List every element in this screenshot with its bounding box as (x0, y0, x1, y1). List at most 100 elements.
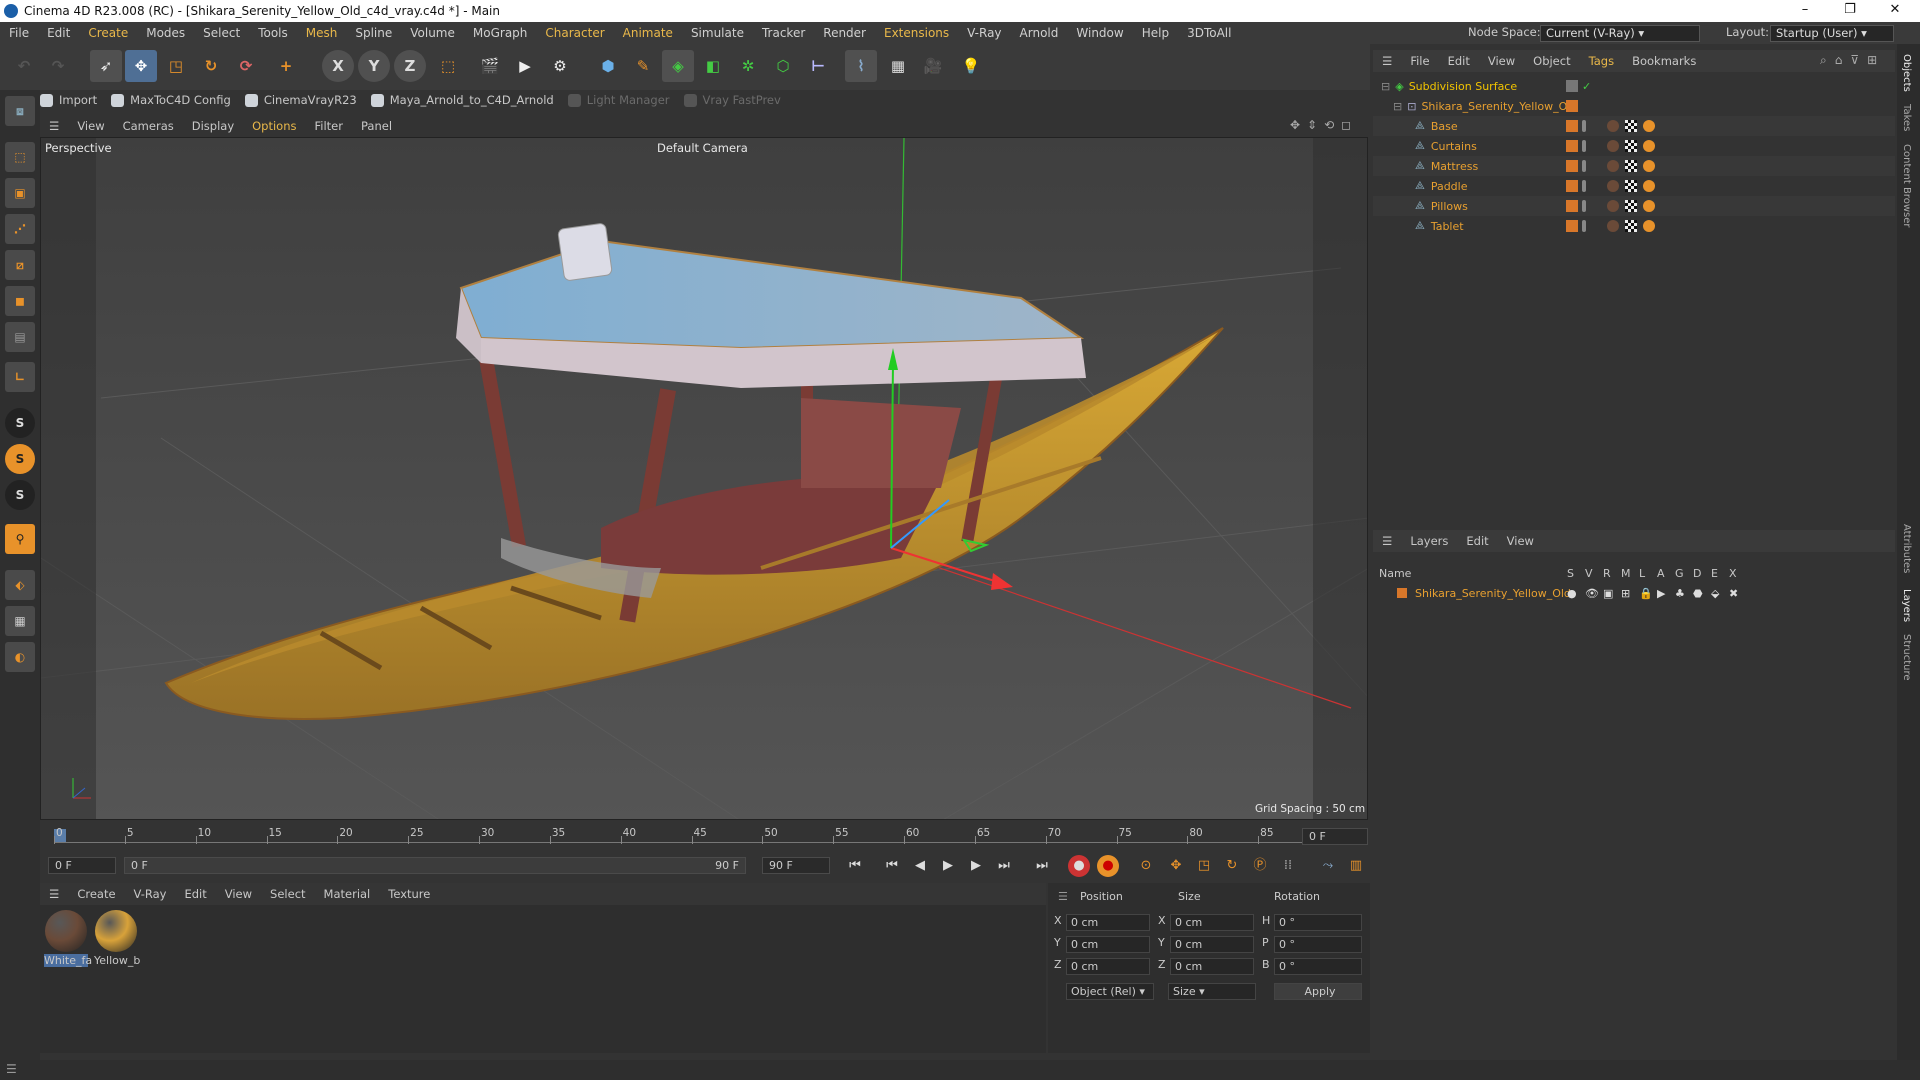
menu-mesh[interactable]: Mesh (297, 26, 347, 40)
visibility-dots-icon[interactable] (1582, 180, 1586, 192)
record-keys-icon[interactable]: ● (1068, 855, 1090, 877)
timeline-end-field[interactable]: 0 F (1302, 828, 1368, 845)
visibility-dots-icon[interactable] (1582, 140, 1586, 152)
go-to-end-icon[interactable]: ⏭ (1030, 855, 1054, 877)
side-tab-takes[interactable]: Takes (1901, 104, 1912, 131)
visibility-dots-icon[interactable] (1582, 220, 1586, 232)
layer-color-icon[interactable] (1566, 160, 1578, 172)
recent-tools-button[interactable]: ⟳ (230, 50, 262, 82)
x-axis-lock-button[interactable]: X (322, 50, 354, 82)
texture-tag-icon[interactable] (1625, 140, 1637, 152)
texture-tag-icon[interactable] (1625, 180, 1637, 192)
object-row-subdivision[interactable]: ⊟ ◈ Subdivision Surface ✓ (1373, 76, 1895, 96)
tree-collapse-icon[interactable]: ⊟ (1381, 80, 1390, 93)
plugin-maya-arnold-to-c4d-arnold[interactable]: Maya_Arnold_to_C4D_Arnold (370, 93, 554, 107)
y-axis-lock-button[interactable]: Y (358, 50, 390, 82)
plugin-cinemavrayr23[interactable]: CinemaVrayR23 (244, 93, 357, 107)
scene-environment-button[interactable]: ⌇ (845, 50, 877, 82)
side-tab-structure[interactable]: Structure (1901, 634, 1912, 681)
workplane-icon[interactable]: ⬖ (5, 570, 35, 600)
tweak-mode-icon[interactable]: ⚲ (5, 524, 35, 554)
material-tag-icon[interactable] (1607, 140, 1619, 152)
motion-system-icon[interactable]: ⤳ (1316, 855, 1340, 877)
position-field[interactable]: 0 cm (1066, 936, 1150, 953)
mograph-cloner-button[interactable]: ✲ (732, 50, 764, 82)
move-tool-button[interactable]: ✥ (125, 50, 157, 82)
position-field[interactable]: 0 cm (1066, 914, 1150, 931)
next-frame-icon[interactable]: ▶ (964, 855, 988, 877)
previous-frame-icon[interactable]: ◀ (908, 855, 932, 877)
object-row-curtains[interactable]: ⟁ Curtains (1373, 136, 1895, 156)
timeline-window-icon[interactable]: ▥ (1344, 855, 1368, 877)
menu-simulate[interactable]: Simulate (682, 26, 753, 40)
lock-workplane-icon[interactable]: ◐ (5, 642, 35, 672)
field-button[interactable]: ⊢ (802, 50, 834, 82)
material-menu-select[interactable]: Select (261, 887, 314, 901)
key-parameter-icon[interactable]: Ⓟ (1248, 855, 1272, 877)
menu-modes[interactable]: Modes (137, 26, 194, 40)
object-hamburger-icon[interactable]: ☰ (1373, 54, 1401, 68)
menu-animate[interactable]: Animate (614, 26, 682, 40)
redo-button[interactable]: ↷ (42, 50, 74, 82)
edges-mode-icon[interactable]: ⧄ (5, 250, 35, 280)
material-hamburger-icon[interactable]: ☰ (40, 887, 68, 901)
subdivision-surface-button[interactable]: ◈ (662, 50, 694, 82)
status-menu-icon[interactable]: ☰ (6, 1062, 17, 1076)
key-scale-icon[interactable]: ◳ (1192, 855, 1216, 877)
render-view-button[interactable]: ▶ (509, 50, 541, 82)
close-button[interactable]: ✕ (1872, 0, 1918, 22)
vray-tag-icon[interactable] (1643, 140, 1655, 152)
object-menu-view[interactable]: View (1479, 54, 1524, 68)
vray-tag-icon[interactable] (1643, 180, 1655, 192)
viewport-menu-options[interactable]: Options (243, 119, 305, 133)
undo-button[interactable]: ↶ (8, 50, 40, 82)
make-editable-icon[interactable]: ⧈ (5, 96, 35, 126)
add-tool-button[interactable]: + (270, 50, 302, 82)
side-tab-content-browser[interactable]: Content Browser (1901, 144, 1912, 227)
viewport-menu-panel[interactable]: Panel (352, 119, 401, 133)
texture-tag-icon[interactable] (1625, 220, 1637, 232)
scale-tool-button[interactable]: ◳ (160, 50, 192, 82)
maximize-button[interactable]: ❐ (1827, 0, 1873, 22)
auto-key-icon[interactable]: ● (1097, 855, 1119, 877)
object-menu-bookmarks[interactable]: Bookmarks (1623, 54, 1705, 68)
object-menu-edit[interactable]: Edit (1439, 54, 1479, 68)
coordinate-system-button[interactable]: ⬚ (432, 50, 464, 82)
menu-tools[interactable]: Tools (249, 26, 297, 40)
plugin-import[interactable]: Import (40, 93, 97, 107)
extrude-button[interactable]: ◧ (697, 50, 729, 82)
viewport-nav-icons[interactable]: ✥⇕⟲◻ (1290, 118, 1358, 132)
viewport-menu-display[interactable]: Display (183, 119, 243, 133)
viewport-menu-view[interactable]: View (68, 119, 113, 133)
material-tag-icon[interactable] (1607, 220, 1619, 232)
material-menu-v-ray[interactable]: V-Ray (125, 887, 176, 901)
key-pla-icon[interactable]: ⁞⁞ (1276, 855, 1300, 877)
rotate-tool-button[interactable]: ↻ (195, 50, 227, 82)
side-tab-objects[interactable]: Objects (1901, 54, 1912, 92)
menu-spline[interactable]: Spline (346, 26, 401, 40)
deformer-button[interactable]: ⬡ (767, 50, 799, 82)
uv-mode-icon[interactable]: ▤ (5, 322, 35, 352)
layer-flag-x-icon[interactable]: ✖ (1729, 587, 1738, 600)
material-tag-icon[interactable] (1607, 200, 1619, 212)
texture-tag-icon[interactable] (1625, 120, 1637, 132)
texture-mode-icon[interactable]: ▣ (5, 178, 35, 208)
layer-flag-g-icon[interactable]: ♣ (1675, 587, 1685, 600)
viewport-menu-cameras[interactable]: Cameras (114, 119, 183, 133)
visibility-dots-icon[interactable] (1582, 200, 1586, 212)
material-menu-texture[interactable]: Texture (379, 887, 439, 901)
layer-flag-d-icon[interactable]: ⬣ (1693, 587, 1703, 600)
previous-key-icon[interactable]: ⏮ (880, 855, 904, 877)
object-row-tablet[interactable]: ⟁ Tablet (1373, 216, 1895, 236)
material-menu-material[interactable]: Material (315, 887, 380, 901)
texture-tag-icon[interactable] (1625, 160, 1637, 172)
menu-select[interactable]: Select (194, 26, 249, 40)
layer-flag-m-icon[interactable]: ⊞ (1621, 587, 1630, 600)
menu-arnold[interactable]: Arnold (1011, 26, 1068, 40)
minimize-button[interactable]: – (1782, 0, 1828, 22)
timeline-ruler[interactable]: 051015202530354045505560657075808590 0 F (40, 824, 1370, 850)
axis-mode-icon[interactable]: ∟ (5, 362, 35, 392)
render-settings-button[interactable]: ⚙ (544, 50, 576, 82)
pillows[interactable] (801, 398, 961, 488)
snap-icon[interactable]: S (5, 408, 35, 438)
